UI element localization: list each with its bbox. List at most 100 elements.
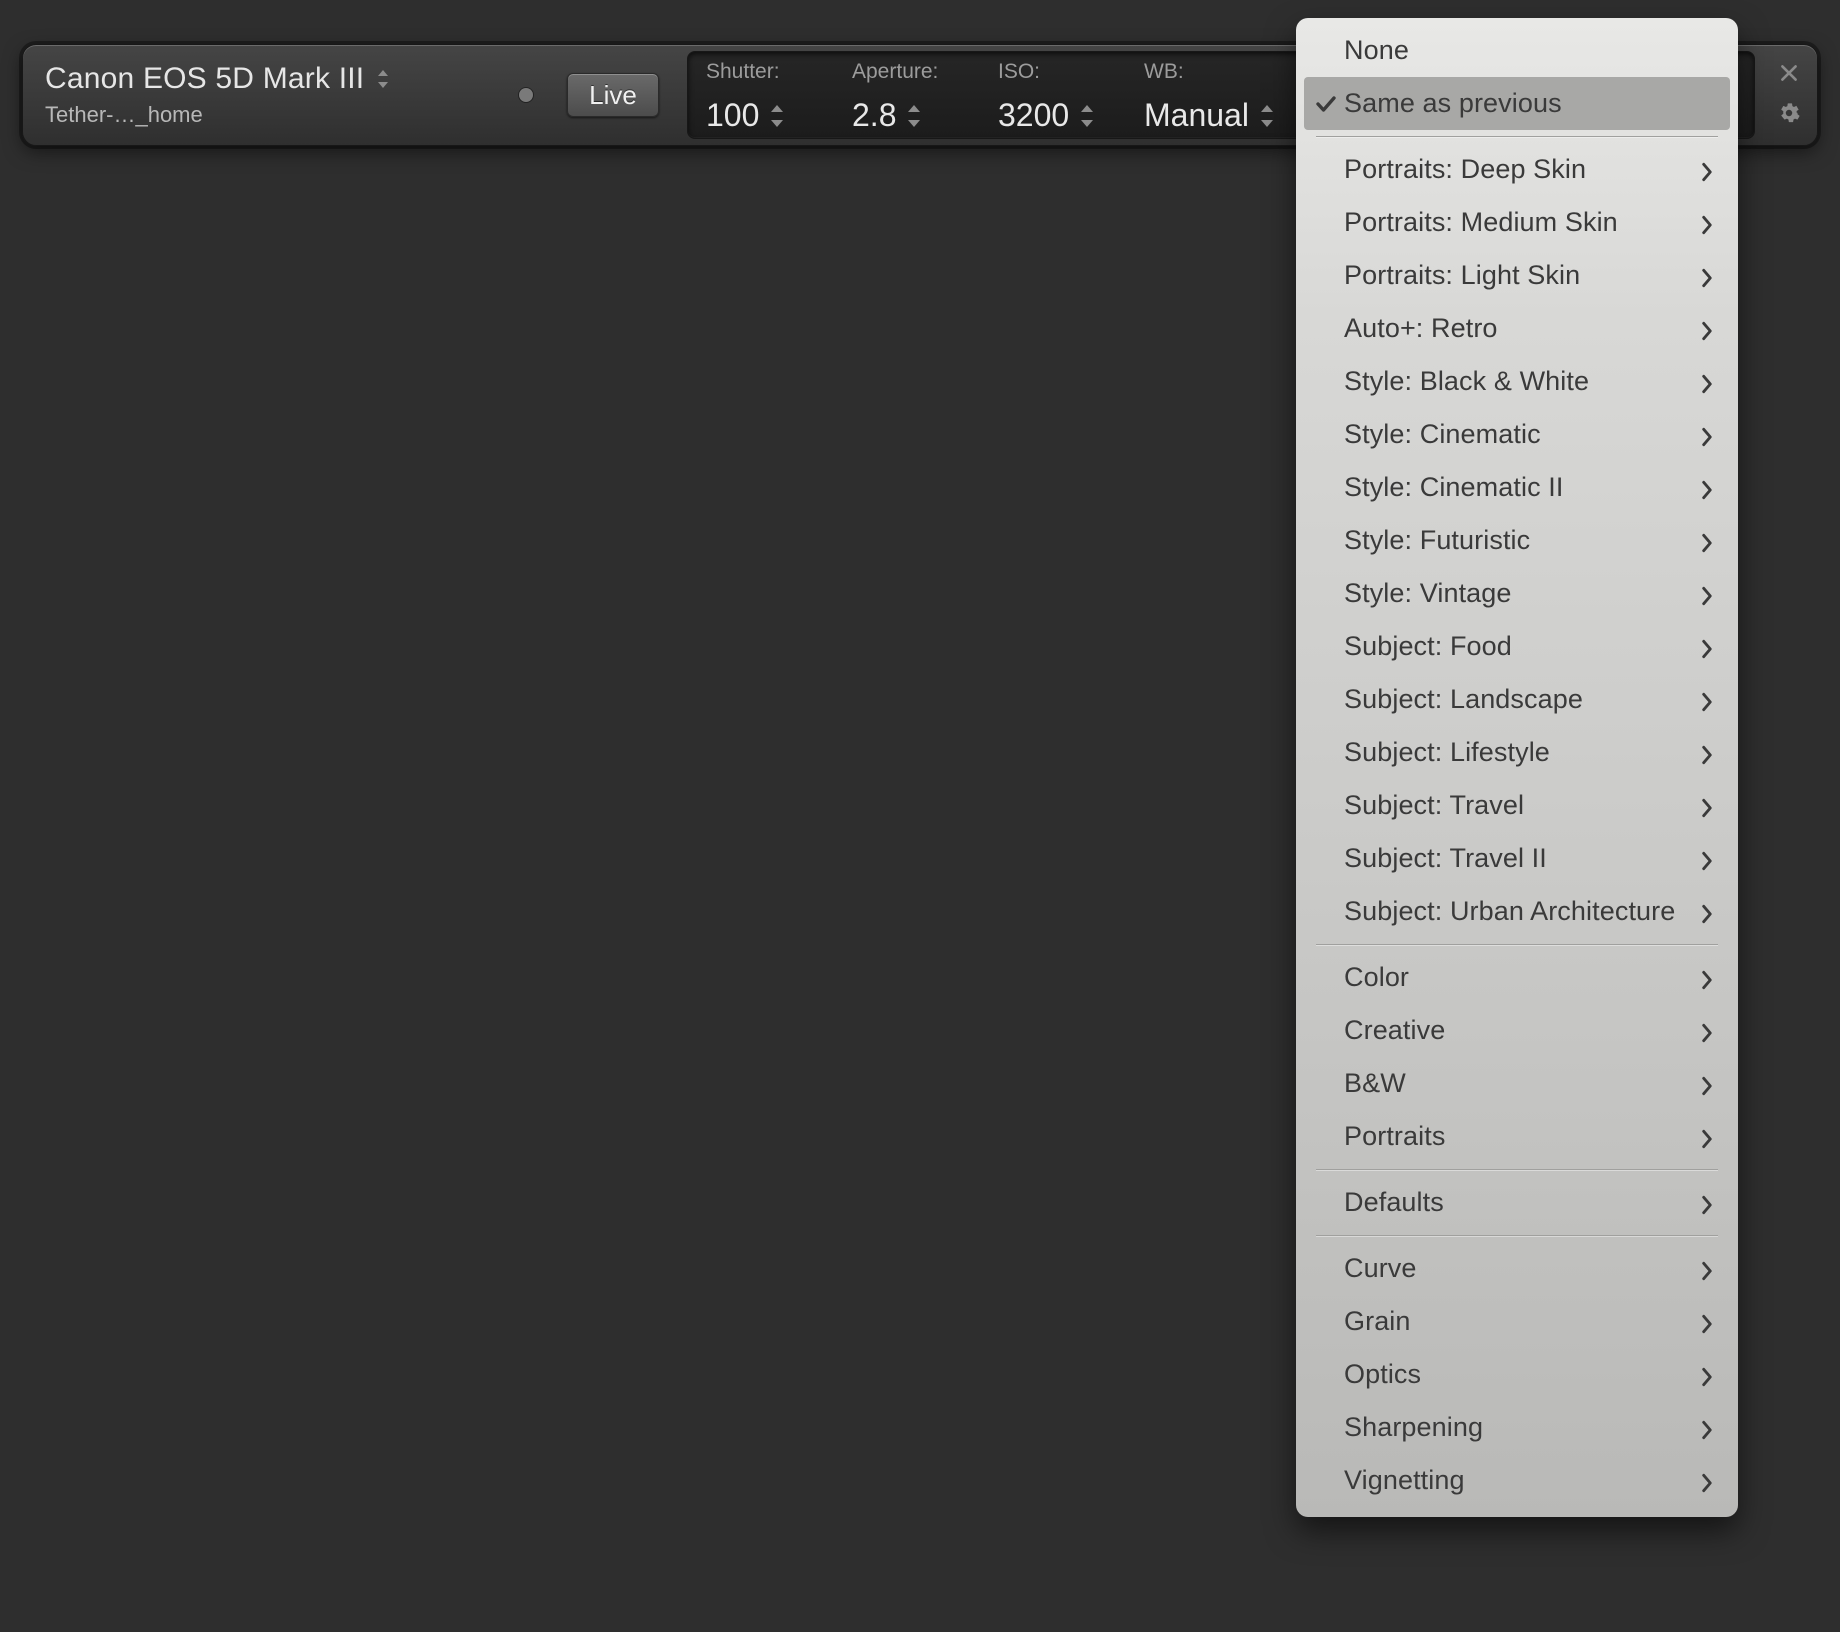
close-button[interactable] (1778, 64, 1800, 86)
shutter-setting[interactable]: Shutter: 100 (706, 60, 816, 134)
close-icon (1778, 62, 1800, 89)
menu-item-label: Grain (1344, 1306, 1700, 1337)
menu-item[interactable]: Style: Black & White (1296, 355, 1738, 408)
chevron-right-icon (1700, 795, 1714, 817)
menu-item[interactable]: Style: Cinematic II (1296, 461, 1738, 514)
tether-controls (1761, 45, 1817, 145)
chevron-right-icon (1700, 1073, 1714, 1095)
shutter-label: Shutter: (706, 60, 816, 84)
menu-group-defaults: Defaults (1296, 1176, 1738, 1229)
menu-group-categories: Color Creative B&W Portraits (1296, 951, 1738, 1163)
menu-item[interactable]: Optics (1296, 1348, 1738, 1401)
menu-item[interactable]: Sharpening (1296, 1401, 1738, 1454)
checkmark-icon (1314, 92, 1338, 116)
menu-item-label: Vignetting (1344, 1465, 1700, 1496)
menu-item-label: Style: Futuristic (1344, 525, 1700, 556)
menu-item[interactable]: B&W (1296, 1057, 1738, 1110)
chevron-right-icon (1700, 636, 1714, 658)
chevron-right-icon (1700, 583, 1714, 605)
menu-item[interactable]: Curve (1296, 1242, 1738, 1295)
menu-group-premium: Portraits: Deep Skin Portraits: Medium Sk… (1296, 143, 1738, 938)
menu-item[interactable]: Subject: Travel (1296, 779, 1738, 832)
menu-separator (1316, 1235, 1718, 1236)
menu-item-label: Subject: Food (1344, 631, 1700, 662)
menu-item-label: Sharpening (1344, 1412, 1700, 1443)
chevron-right-icon (1700, 371, 1714, 393)
iso-label: ISO: (998, 60, 1108, 84)
chevron-right-icon (1700, 212, 1714, 234)
chevron-right-icon (1700, 742, 1714, 764)
chevron-right-icon (1700, 1417, 1714, 1439)
chevron-right-icon (1700, 1020, 1714, 1042)
chevron-right-icon (1700, 265, 1714, 287)
menu-item[interactable]: Subject: Food (1296, 620, 1738, 673)
menu-item-label: Portraits: Deep Skin (1344, 154, 1700, 185)
camera-selector[interactable]: Canon EOS 5D Mark III (45, 62, 388, 96)
iso-value: 3200 (998, 97, 1069, 134)
aperture-setting[interactable]: Aperture: 2.8 (852, 60, 962, 134)
menu-item-label: Color (1344, 962, 1700, 993)
menu-item[interactable]: Subject: Urban Architecture (1296, 885, 1738, 938)
menu-item[interactable]: Creative (1296, 1004, 1738, 1057)
settings-button[interactable] (1778, 104, 1800, 126)
menu-group-basic: Curve Grain Optics Sharpening Vignetting (1296, 1242, 1738, 1507)
chevron-right-icon (1700, 159, 1714, 181)
menu-item-label: Portraits: Medium Skin (1344, 207, 1700, 238)
menu-item[interactable]: Auto+: Retro (1296, 302, 1738, 355)
shutter-value: 100 (706, 97, 759, 134)
menu-item[interactable]: Defaults (1296, 1176, 1738, 1229)
wb-label: WB: (1144, 60, 1284, 84)
menu-item-label: Subject: Landscape (1344, 684, 1700, 715)
aperture-label: Aperture: (852, 60, 962, 84)
chevron-right-icon (1700, 1192, 1714, 1214)
chevron-right-icon (1700, 1364, 1714, 1386)
menu-item[interactable]: Portraits: Light Skin (1296, 249, 1738, 302)
menu-item-same-as-previous[interactable]: Same as previous (1304, 77, 1730, 130)
wb-setting[interactable]: WB: Manual (1144, 60, 1284, 134)
chevron-right-icon (1700, 530, 1714, 552)
aperture-value: 2.8 (852, 97, 896, 134)
chevron-right-icon (1700, 967, 1714, 989)
chevron-right-icon (1700, 477, 1714, 499)
menu-item-label: Style: Vintage (1344, 578, 1700, 609)
updown-icon (771, 105, 783, 127)
menu-item-label: Portraits (1344, 1121, 1700, 1152)
menu-item-label: Creative (1344, 1015, 1700, 1046)
gear-icon (1778, 102, 1800, 129)
menu-separator (1316, 136, 1718, 137)
menu-item[interactable]: Vignetting (1296, 1454, 1738, 1507)
menu-item-label: Subject: Urban Architecture (1344, 896, 1700, 927)
menu-item[interactable]: Color (1296, 951, 1738, 1004)
menu-item-label: None (1344, 35, 1714, 66)
menu-item[interactable]: Portraits: Deep Skin (1296, 143, 1738, 196)
menu-item[interactable]: Grain (1296, 1295, 1738, 1348)
session-name: Tether-…_home (45, 102, 388, 128)
menu-item[interactable]: Portraits: Medium Skin (1296, 196, 1738, 249)
menu-item[interactable]: Style: Cinematic (1296, 408, 1738, 461)
chevron-right-icon (1700, 1311, 1714, 1333)
menu-separator (1316, 944, 1718, 945)
develop-preset-menu: None Same as previous Portraits: Deep Sk… (1296, 18, 1738, 1517)
camera-name: Canon EOS 5D Mark III (45, 62, 364, 96)
chevron-right-icon (1700, 1126, 1714, 1148)
menu-item[interactable]: Portraits (1296, 1110, 1738, 1163)
live-view-label: Live (589, 80, 637, 111)
menu-item[interactable]: Subject: Landscape (1296, 673, 1738, 726)
updown-icon (908, 105, 920, 127)
menu-item-none[interactable]: None (1296, 24, 1738, 77)
iso-setting[interactable]: ISO: 3200 (998, 60, 1108, 134)
menu-item-label: Style: Cinematic (1344, 419, 1700, 450)
menu-item[interactable]: Style: Futuristic (1296, 514, 1738, 567)
menu-item-label: Portraits: Light Skin (1344, 260, 1700, 291)
menu-item-label: Subject: Lifestyle (1344, 737, 1700, 768)
tether-camera-section: Canon EOS 5D Mark III Tether-…_home Live (23, 45, 687, 145)
updown-icon (378, 70, 388, 88)
live-view-button[interactable]: Live (567, 73, 659, 117)
status-indicator-icon (519, 88, 533, 102)
menu-item[interactable]: Subject: Travel II (1296, 832, 1738, 885)
chevron-right-icon (1700, 1470, 1714, 1492)
menu-item[interactable]: Subject: Lifestyle (1296, 726, 1738, 779)
chevron-right-icon (1700, 424, 1714, 446)
menu-item[interactable]: Style: Vintage (1296, 567, 1738, 620)
chevron-right-icon (1700, 901, 1714, 923)
